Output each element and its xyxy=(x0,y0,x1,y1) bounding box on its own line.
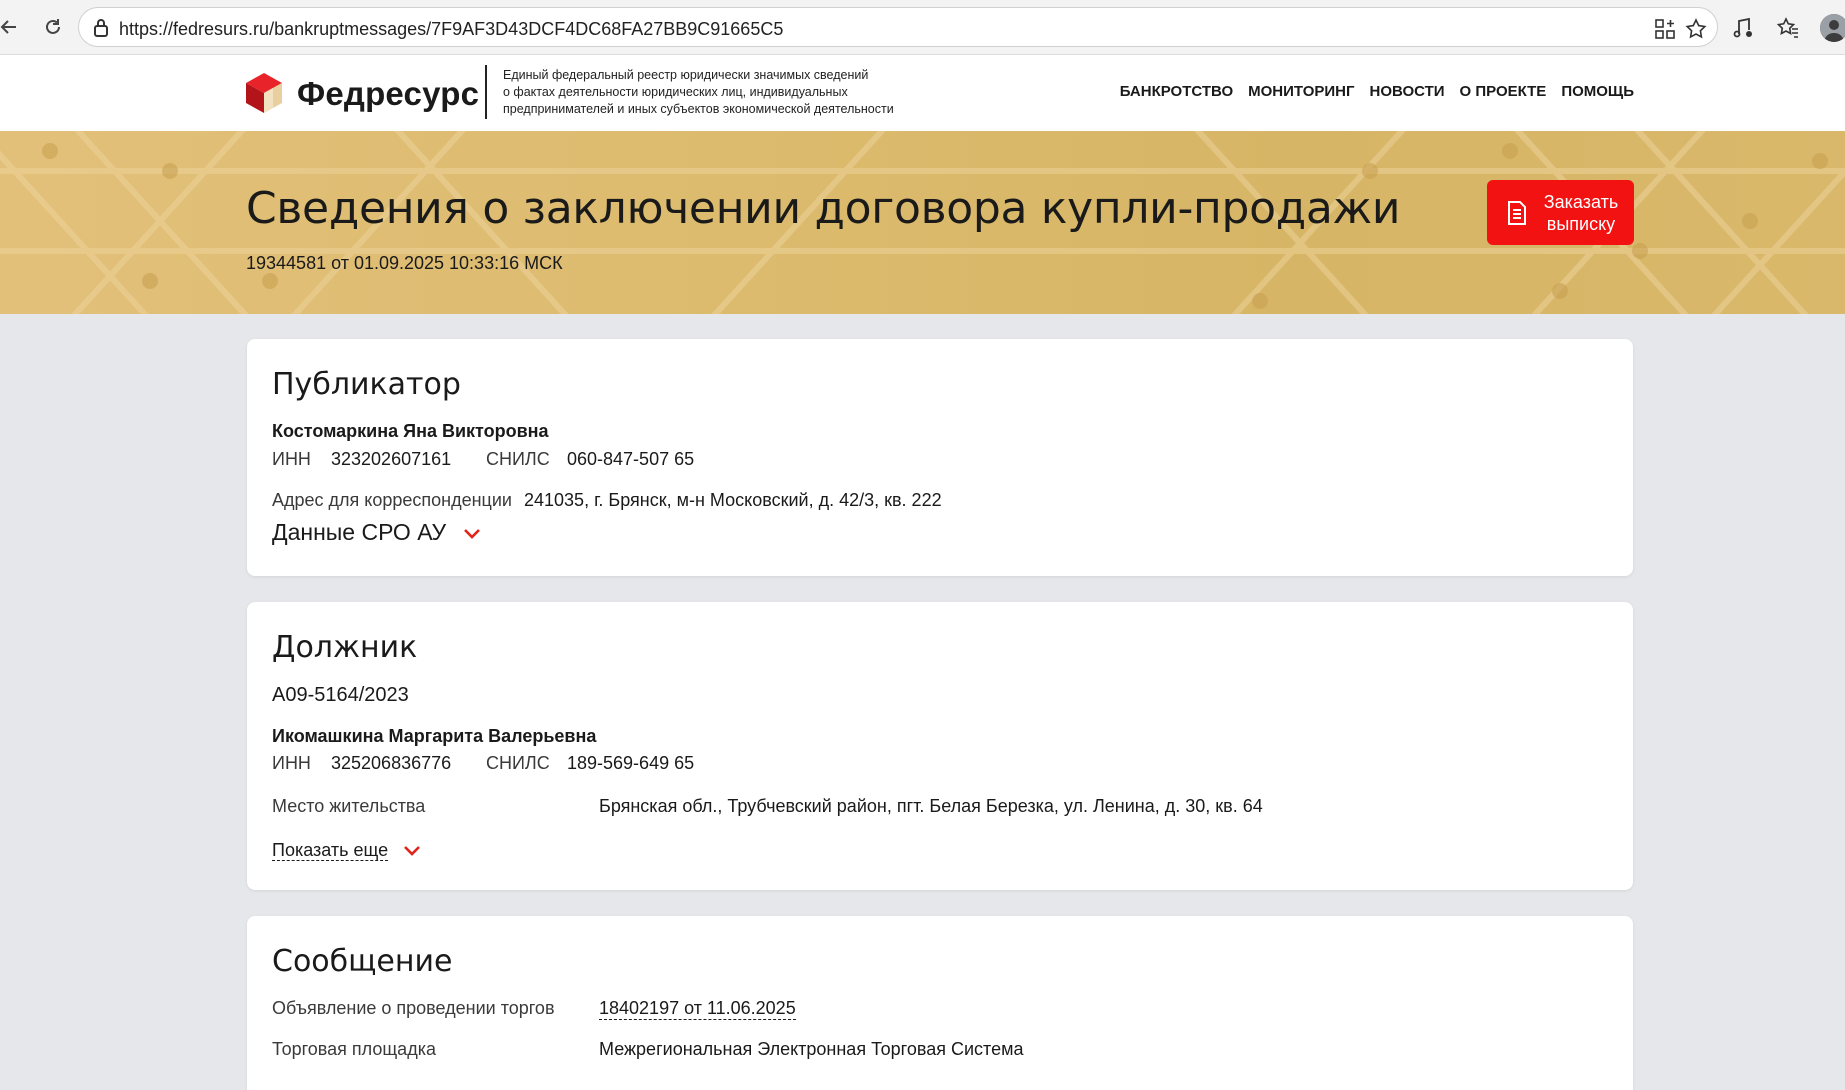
message-card: Сообщение Объявление о проведении торгов… xyxy=(247,916,1633,1090)
auction-link[interactable]: 18402197 от 11.06.2025 xyxy=(599,998,796,1020)
chevron-down-icon xyxy=(463,529,480,539)
apps-icon[interactable] xyxy=(1653,17,1677,41)
star-icon[interactable] xyxy=(1684,17,1708,41)
publisher-card: Публикатор Костомаркина Яна Викторовна И… xyxy=(247,339,1633,576)
platform-label: Торговая площадка xyxy=(272,1039,436,1059)
platform-value: Межрегиональная Электронная Торговая Сис… xyxy=(599,1039,1024,1059)
brand-divider xyxy=(485,65,487,119)
profile-avatar[interactable] xyxy=(1820,14,1845,42)
publisher-snils-value: 060-847-507 65 xyxy=(567,449,695,469)
publisher-name: Костомаркина Яна Викторовна xyxy=(272,421,549,441)
main-nav: БАНКРОТСТВО МОНИТОРИНГ НОВОСТИ О ПРОЕКТЕ… xyxy=(1120,83,1634,100)
message-number-date: 19344581 от 01.09.2025 10:33:16 МСК xyxy=(246,253,563,273)
show-more-toggle[interactable]: Показать еще xyxy=(272,840,421,861)
debtor-snils-value: 189-569-649 65 xyxy=(567,753,695,773)
document-icon xyxy=(1506,200,1528,229)
nav-monitoring[interactable]: МОНИТОРИНГ xyxy=(1248,83,1354,100)
hero-banner: Сведения о заключении договора купли-про… xyxy=(0,131,1845,314)
back-icon[interactable] xyxy=(0,12,24,42)
brand-name[interactable]: Федресурс xyxy=(297,75,479,113)
message-heading: Сообщение xyxy=(272,944,453,979)
publisher-heading: Публикатор xyxy=(272,367,461,402)
browser-toolbar: https://fedresurs.ru/bankruptmessages/7F… xyxy=(0,0,1845,55)
debtor-inn-value: 325206836776 xyxy=(331,753,452,773)
show-more-label: Показать еще xyxy=(272,840,389,861)
case-number: А09-5164/2023 xyxy=(272,684,409,706)
nav-bankruptcy[interactable]: БАНКРОТСТВО xyxy=(1120,83,1233,100)
debtor-card: Должник А09-5164/2023 Икомашкина Маргари… xyxy=(247,602,1633,890)
debtor-heading: Должник xyxy=(272,630,418,665)
tagline-line: Единый федеральный реестр юридически зна… xyxy=(503,68,869,82)
auction-label: Объявление о проведении торгов xyxy=(272,998,555,1018)
publisher-address-value: 241035, г. Брянск, м-н Московский, д. 42… xyxy=(524,490,942,510)
sro-toggle[interactable]: Данные СРО АУ xyxy=(272,519,481,546)
publisher-inn-value: 323202607161 xyxy=(331,449,452,469)
residence-label: Место жительства xyxy=(272,796,426,816)
debtor-inn-label: ИНН xyxy=(272,753,311,773)
order-extract-label: Заказать выписку xyxy=(1543,192,1619,234)
nav-help[interactable]: ПОМОЩЬ xyxy=(1561,83,1634,100)
order-extract-button[interactable]: Заказать выписку xyxy=(1487,180,1634,245)
publisher-snils-label: СНИЛС xyxy=(486,449,550,469)
publisher-address-label: Адрес для корреспонденции xyxy=(272,490,512,510)
chevron-down-icon xyxy=(404,846,421,857)
reload-icon[interactable] xyxy=(38,12,68,42)
address-bar[interactable]: https://fedresurs.ru/bankruptmessages/7F… xyxy=(78,7,1718,47)
media-icon[interactable] xyxy=(1730,15,1756,41)
nav-about[interactable]: О ПРОЕКТЕ xyxy=(1460,83,1547,100)
url-text[interactable]: https://fedresurs.ru/bankruptmessages/7F… xyxy=(119,19,783,40)
fedresurs-logo-icon[interactable] xyxy=(244,71,284,115)
favorites-icon[interactable] xyxy=(1775,15,1801,41)
page-title: Сведения о заключении договора купли-про… xyxy=(246,183,1401,234)
sro-toggle-label: Данные СРО АУ xyxy=(272,519,447,545)
debtor-name: Икомашкина Маргарита Валерьевна xyxy=(272,726,597,746)
publisher-inn-label: ИНН xyxy=(272,449,311,469)
debtor-snils-label: СНИЛС xyxy=(486,753,550,773)
site-tagline: Единый федеральный реестр юридически зна… xyxy=(503,67,933,118)
tagline-line: о фактах деятельности юридических лиц, и… xyxy=(503,85,848,99)
nav-news[interactable]: НОВОСТИ xyxy=(1369,83,1444,100)
residence-value: Брянская обл., Трубчевский район, пгт. Б… xyxy=(599,796,1263,816)
lock-icon[interactable] xyxy=(92,18,110,43)
tagline-line: предпринимателей и иных субъектов эконом… xyxy=(503,102,894,116)
site-header: Федресурс Единый федеральный реестр юрид… xyxy=(0,55,1845,131)
